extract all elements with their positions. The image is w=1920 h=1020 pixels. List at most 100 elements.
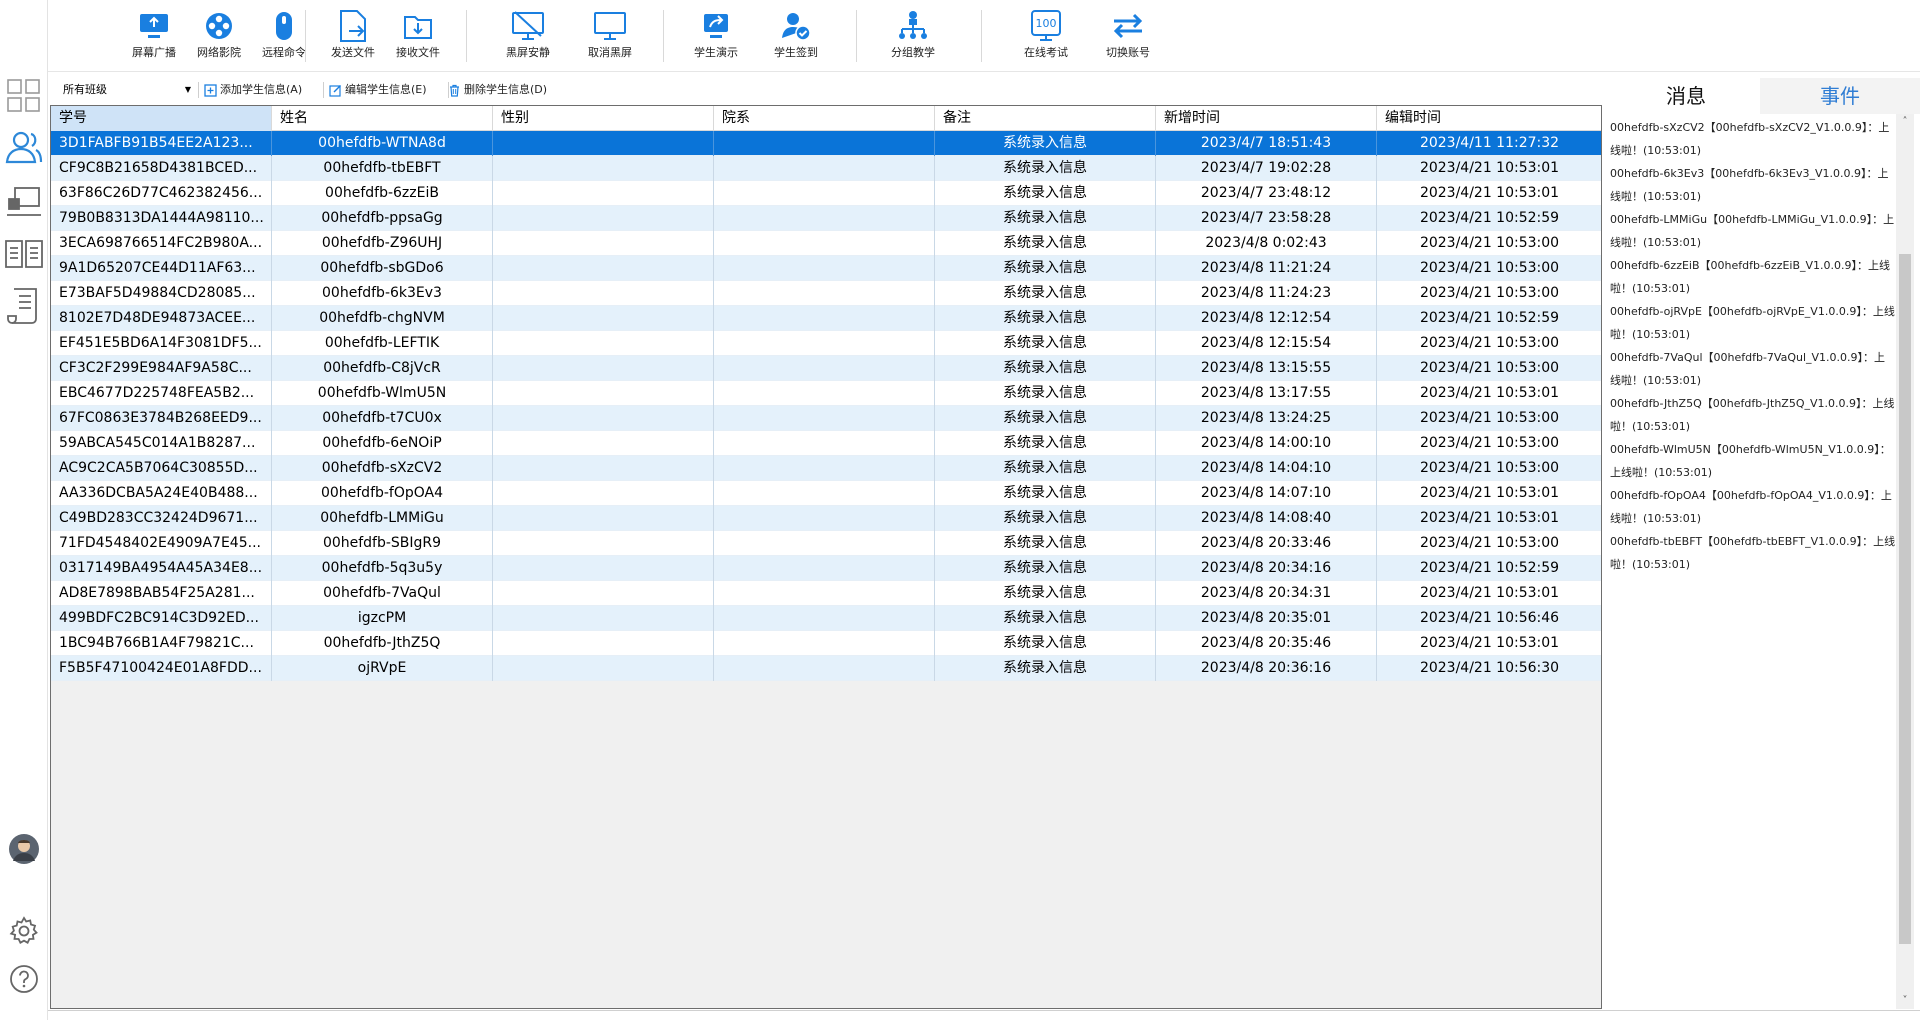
table-row[interactable]: C49BD283CC32424D9671... 00hefdfb-LMMiGu 系统… (51, 506, 1601, 531)
scroll-up-icon[interactable]: ˄ (1896, 114, 1914, 130)
table-cell (714, 656, 935, 681)
table-cell (493, 156, 714, 181)
toolbar-divider (323, 82, 324, 98)
table-cell: 2023/4/21 10:53:01 (1377, 581, 1601, 606)
class-select[interactable]: 所有班级 ▼ (54, 80, 196, 100)
column-header[interactable]: 姓名 (272, 106, 493, 131)
message-list: 00hefdfb-sXzCV2【00hefdfb-sXzCV2_V1.0.0.9… (1610, 116, 1896, 576)
table-cell: 2023/4/8 0:02:43 (1156, 231, 1377, 256)
grid-view-icon[interactable] (4, 76, 44, 116)
table-row[interactable]: F5B5F47100424E01A8FDD... ojRVpE 系统录入信息 2023… (51, 656, 1601, 681)
table-row[interactable]: AD8E7898BAB54F25A281... 00hefdfb-7VaQul 系统… (51, 581, 1601, 606)
edit-student-button[interactable]: 编辑学生信息(E) (329, 80, 427, 100)
panel-tabs: 消息 事件 (1606, 78, 1920, 114)
table-cell: 3D1FABFB91B54EE2A123... (51, 131, 272, 156)
students-icon[interactable] (4, 128, 44, 168)
scroll-down-icon[interactable]: ˅ (1896, 993, 1914, 1009)
table-cell (714, 581, 935, 606)
table-cell (493, 256, 714, 281)
table-cell: 系统录入信息 (935, 156, 1156, 181)
table-row[interactable]: 67FC0863E3784B268EED9... 00hefdfb-t7CU0x 系… (51, 406, 1601, 431)
column-header[interactable]: 院系 (714, 106, 935, 131)
remote-command-button[interactable]: 远程命令 (247, 6, 321, 68)
table-row[interactable]: E73BAF5D49884CD28085... 00hefdfb-6k3Ev3 系统… (51, 281, 1601, 306)
table-cell: 2023/4/21 10:53:01 (1377, 481, 1601, 506)
book-icon[interactable] (4, 234, 44, 274)
table-cell (714, 556, 935, 581)
table-cell (714, 206, 935, 231)
table-row[interactable]: 8102E7D48DE94873ACEE... 00hefdfb-chgNVM 系统… (51, 306, 1601, 331)
table-cell: 2023/4/11 11:27:32 (1377, 131, 1601, 156)
avatar[interactable] (4, 829, 44, 869)
column-header[interactable]: 性别 (493, 106, 714, 131)
scroll-document-icon[interactable] (4, 286, 44, 326)
group-teaching-label: 分组教学 (891, 46, 935, 59)
table-row[interactable]: 59ABCA545C014A1B8287... 00hefdfb-6eNOiP 系统… (51, 431, 1601, 456)
receive-file-icon (381, 6, 455, 46)
column-header[interactable]: 学号 (51, 106, 272, 131)
table-row[interactable]: 9A1D65207CE44D11AF63... 00hefdfb-sbGDo6 系统… (51, 256, 1601, 281)
message-item: 00hefdfb-7VaQul【00hefdfb-7VaQul_V1.0.0.9… (1610, 351, 1886, 387)
table-header: 学号 姓名 性别 院系 备注 新增时间 编辑时间 (51, 106, 1601, 131)
black-screen-button[interactable]: 黑屏安静 (491, 6, 565, 68)
table-row[interactable]: 63F86C26D77C462382456... 00hefdfb-6zzEiB 系… (51, 181, 1601, 206)
table-cell: 2023/4/21 10:52:59 (1377, 206, 1601, 231)
scroll-thumb[interactable] (1899, 254, 1911, 944)
table-cell (714, 506, 935, 531)
table-row[interactable]: 79B0B8313DA1444A98110... 00hefdfb-ppsaGg 系… (51, 206, 1601, 231)
table-row[interactable]: EBC4677D225748FEA5B2... 00hefdfb-WlmU5N 系统… (51, 381, 1601, 406)
add-student-button[interactable]: 添加学生信息(A) (204, 80, 302, 100)
table-cell (714, 531, 935, 556)
table-cell: 2023/4/21 10:53:00 (1377, 256, 1601, 281)
table-cell: 系统录入信息 (935, 281, 1156, 306)
table-row[interactable]: 3ECA698766514FC2B980A... 00hefdfb-Z96UHJ 系… (51, 231, 1601, 256)
table-row[interactable]: 499BDFC2BC914C3D92ED... igzcPM 系统录入信息 2023/… (51, 606, 1601, 631)
tab-events[interactable]: 事件 (1760, 78, 1920, 114)
student-demo-button[interactable]: 学生演示 (679, 6, 753, 68)
network-cinema-button[interactable]: 网络影院 (182, 6, 256, 68)
column-header[interactable]: 新增时间 (1156, 106, 1377, 131)
table-cell (714, 131, 935, 156)
student-signin-button[interactable]: 学生签到 (759, 6, 833, 68)
online-exam-button[interactable]: 100 在线考试 (1009, 6, 1083, 68)
table-row[interactable]: AA336DCBA5A24E40B488... 00hefdfb-fOpOA4 系统… (51, 481, 1601, 506)
table-cell (714, 481, 935, 506)
cancel-black-screen-icon (573, 6, 647, 46)
toolbar-divider (981, 10, 982, 62)
help-icon[interactable] (4, 959, 44, 999)
table-cell: 系统录入信息 (935, 606, 1156, 631)
message-scrollbar[interactable]: ˄ ˅ (1896, 114, 1914, 1009)
delete-student-button[interactable]: 删除学生信息(D) (448, 80, 547, 100)
tab-messages[interactable]: 消息 (1606, 78, 1766, 114)
class-select-value: 所有班级 (63, 83, 107, 96)
table-row[interactable]: EF451E5BD6A14F3081DF5... 00hefdfb-LEFTIK 系… (51, 331, 1601, 356)
table-cell: 00hefdfb-ppsaGg (272, 206, 493, 231)
column-header[interactable]: 备注 (935, 106, 1156, 131)
table-row[interactable]: 71FD4548402E4909A7E45... 00hefdfb-SBIgR9 系… (51, 531, 1601, 556)
cancel-black-screen-button[interactable]: 取消黑屏 (573, 6, 647, 68)
receive-file-button[interactable]: 接收文件 (381, 6, 455, 68)
table-row[interactable]: 3D1FABFB91B54EE2A123... 00hefdfb-WTNA8d 系统… (51, 131, 1601, 156)
table-cell: 499BDFC2BC914C3D92ED... (51, 606, 272, 631)
send-file-button[interactable]: 发送文件 (316, 6, 390, 68)
table-cell: 00hefdfb-LMMiGu (272, 506, 493, 531)
table-row[interactable]: 0317149BA4954A45A34E8... 00hefdfb-5q3u5y 系… (51, 556, 1601, 581)
classroom-icon[interactable] (4, 182, 44, 222)
column-header[interactable]: 编辑时间 (1377, 106, 1601, 131)
table-cell: 00hefdfb-6k3Ev3 (272, 281, 493, 306)
table-row[interactable]: CF3C2F299E984AF9A58C... 00hefdfb-C8jVcR 系统… (51, 356, 1601, 381)
group-teaching-button[interactable]: 分组教学 (876, 6, 950, 68)
screen-broadcast-button[interactable]: 屏幕广播 (117, 6, 191, 68)
table-cell (493, 131, 714, 156)
settings-gear-icon[interactable] (4, 911, 44, 951)
table-cell: 系统录入信息 (935, 381, 1156, 406)
table-row[interactable]: CF9C8B21658D4381BCED... 00hefdfb-tbEBFT 系统… (51, 156, 1601, 181)
switch-account-button[interactable]: 切换账号 (1091, 6, 1165, 68)
screen-broadcast-label: 屏幕广播 (132, 46, 176, 59)
table-row[interactable]: AC9C2CA5B7064C30855D... 00hefdfb-sXzCV2 系统… (51, 456, 1601, 481)
table-cell: 系统录入信息 (935, 556, 1156, 581)
table-cell (714, 456, 935, 481)
message-item: 00hefdfb-JthZ5Q【00hefdfb-JthZ5Q_V1.0.0.9… (1610, 397, 1895, 433)
main-toolbar: 屏幕广播 网络影院 远程命令 发送文件 接收文件 黑屏安静 取消黑屏 学生演示 … (48, 0, 1920, 72)
table-row[interactable]: 1BC94B766B1A4F79821C... 00hefdfb-JthZ5Q 系统… (51, 631, 1601, 656)
